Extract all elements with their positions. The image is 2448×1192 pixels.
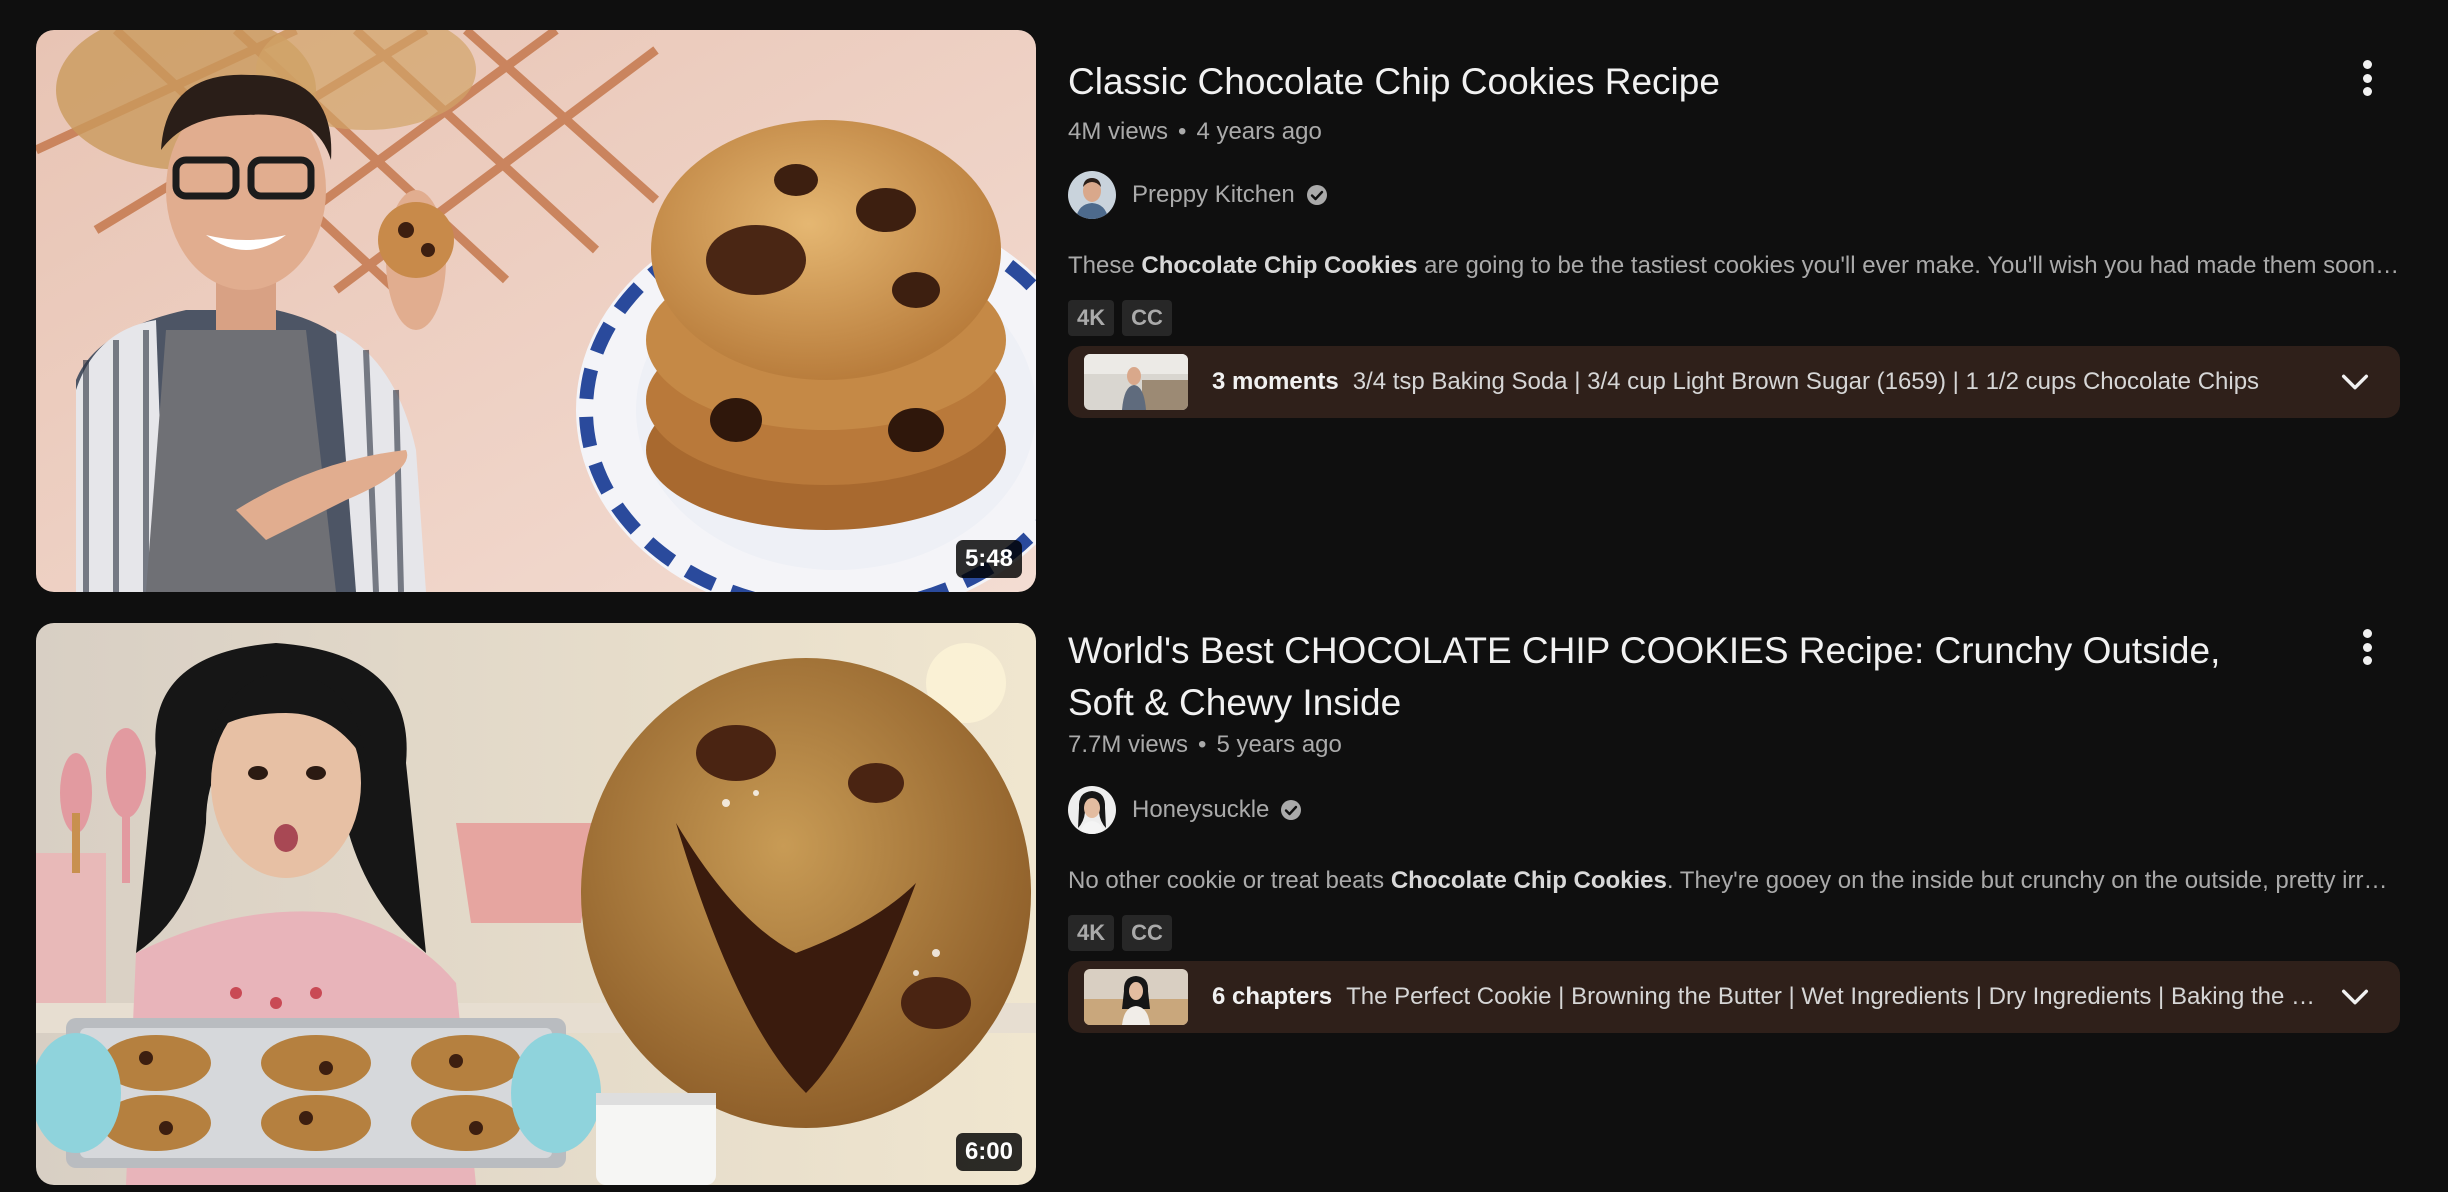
channel-row[interactable]: Preppy Kitchen [1068,170,1329,220]
more-vert-icon[interactable] [2352,58,2382,98]
description-text: These [1068,252,1142,279]
video-result[interactable]: 6:00 World's Best CHOCOLATE CHIP COOKIES… [36,623,2400,1185]
chapters-count: 6 chapters [1212,983,1333,1010]
badge-4k: 4K [1068,915,1115,951]
moments-count: 3 moments [1212,368,1339,395]
verified-check-icon [1281,800,1302,820]
upload-age: 5 years ago [1216,731,1342,758]
separator: • [1198,731,1207,758]
thumbnail-image-cookies-chef [36,30,1036,592]
badge-cc: CC [1122,300,1172,336]
video-duration: 5:48 [955,540,1022,578]
badge-row: 4K CC [1068,915,1172,951]
video-info: World's Best CHOCOLATE CHIP COOKIES Reci… [1068,623,2400,1185]
separator: • [1178,118,1187,145]
key-moments-bar[interactable]: 3 moments 3/4 tsp Baking Soda | 3/4 cup … [1068,346,2400,418]
description-text: . They're gooey on the inside but crunch… [1666,867,2400,894]
view-count: 4M views [1068,118,1169,145]
moment-thumbnail [1084,969,1188,1025]
description-text: are going to be the tastiest cookies you… [1417,252,2400,279]
description-highlight: Chocolate Chip Cookies [1141,252,1418,279]
video-result[interactable]: 5:48 Classic Chocolate Chip Cookies Reci… [36,30,2400,592]
avatar[interactable] [1068,171,1116,219]
chevron-down-icon[interactable] [2338,980,2372,1014]
more-vert-icon[interactable] [2352,627,2382,667]
search-results: 5:48 Classic Chocolate Chip Cookies Reci… [0,0,2448,1192]
video-info: Classic Chocolate Chip Cookies Recipe 4M… [1068,30,2400,592]
video-thumbnail[interactable]: 6:00 [36,623,1036,1185]
description-highlight: Chocolate Chip Cookies [1390,867,1667,894]
thumbnail-image-cookies-baker [36,623,1036,1185]
badge-row: 4K CC [1068,300,1172,336]
badge-4k: 4K [1068,300,1115,336]
video-title[interactable]: World's Best CHOCOLATE CHIP COOKIES Reci… [1068,625,2268,729]
description-text: No other cookie or treat beats [1068,867,1391,894]
verified-check-icon [1306,185,1327,205]
video-title[interactable]: Classic Chocolate Chip Cookies Recipe [1068,56,2268,108]
video-metadata: 7.7M views • 5 years ago [1068,731,1342,759]
moments-list: 3/4 tsp Baking Soda | 3/4 cup Light Brow… [1352,368,2260,395]
chapters-list: The Perfect Cookie | Browning the Butter… [1346,983,2338,1010]
channel-name[interactable]: Honeysuckle [1132,796,1269,824]
channel-name[interactable]: Preppy Kitchen [1132,181,1295,209]
video-duration: 6:00 [955,1133,1022,1171]
view-count: 7.7M views [1068,731,1189,758]
chevron-down-icon[interactable] [2338,365,2372,399]
video-thumbnail[interactable]: 5:48 [36,30,1036,592]
video-description: These Chocolate Chip Cookies are going t… [1068,252,2400,280]
channel-row[interactable]: Honeysuckle [1068,785,1303,835]
badge-cc: CC [1122,915,1172,951]
avatar[interactable] [1068,786,1116,834]
video-description: No other cookie or treat beats Chocolate… [1068,867,2400,895]
key-moments-bar[interactable]: 6 chapters The Perfect Cookie | Browning… [1068,961,2400,1033]
upload-age: 4 years ago [1196,118,1322,145]
moment-thumbnail [1084,354,1188,410]
video-metadata: 4M views • 4 years ago [1068,118,1322,146]
